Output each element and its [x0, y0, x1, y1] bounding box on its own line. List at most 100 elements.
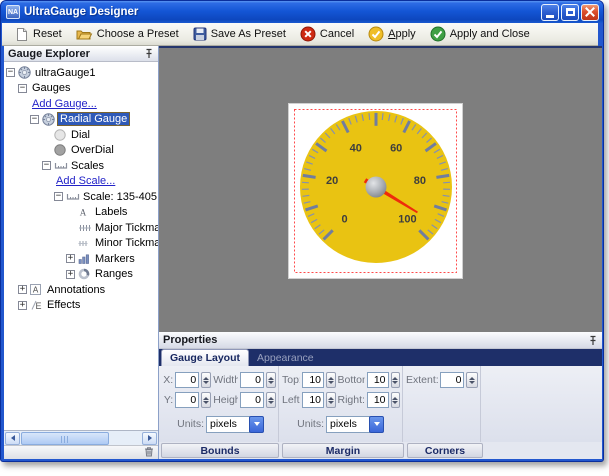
radial-gauge-svg: 020406080100 — [288, 103, 463, 279]
y-field[interactable] — [175, 392, 199, 408]
tree-item-ranges[interactable]: +Ranges — [4, 267, 158, 283]
apply-and-close-button[interactable]: Apply and Close — [424, 24, 536, 45]
left-field[interactable] — [302, 392, 324, 408]
close-button[interactable] — [581, 4, 599, 21]
y-label: Y: — [162, 394, 173, 406]
svg-text:20: 20 — [326, 175, 338, 187]
chevron-down-icon[interactable] — [249, 416, 264, 433]
tree-item-markers[interactable]: +Markers — [4, 251, 158, 267]
top-stepper[interactable] — [326, 372, 336, 388]
x-field[interactable] — [175, 372, 199, 388]
tree-item-overdial[interactable]: OverDial — [4, 143, 158, 159]
window-title: UltraGauge Designer — [24, 6, 539, 18]
close-icon — [585, 7, 595, 17]
expand-icon[interactable]: + — [66, 270, 75, 279]
tree-item-labels[interactable]: ALabels — [4, 205, 158, 221]
svg-text:A: A — [33, 286, 39, 295]
scroll-left-arrow[interactable] — [5, 432, 20, 445]
tree-item-label: Effects — [45, 299, 82, 311]
tree-item-minor-tickmar[interactable]: Minor Tickmar — [4, 236, 158, 252]
right-arrow-icon — [148, 435, 152, 441]
expand-icon[interactable]: + — [18, 285, 27, 294]
tab-appearance[interactable]: Appearance — [249, 350, 322, 366]
right-stepper[interactable] — [391, 392, 401, 408]
extent-field[interactable] — [440, 372, 464, 388]
properties-tabstrip: Gauge Layout Appearance — [159, 349, 602, 366]
maximize-icon — [566, 8, 575, 16]
toolbar: Reset Choose a Preset Save As Preset Can… — [2, 23, 598, 46]
expand-icon[interactable]: + — [66, 254, 75, 263]
collapse-icon[interactable]: − — [18, 84, 27, 93]
tree-item-scales[interactable]: − Scales — [4, 158, 158, 174]
tree-item-gauges[interactable]: −Gauges — [4, 81, 158, 97]
cancel-button[interactable]: Cancel — [294, 24, 360, 45]
expand-icon[interactable]: + — [18, 301, 27, 310]
svg-text:80: 80 — [414, 175, 426, 187]
width-field[interactable] — [240, 372, 264, 388]
main-content: Gauge Explorer −ultraGauge1−GaugesAdd Ga… — [4, 46, 602, 459]
bounds-group: X: Width: Y: Height: — [159, 366, 279, 442]
tree-item-label: Gauges — [30, 82, 73, 94]
tree-item-label: Annotations — [45, 284, 107, 296]
tree-item-ultragauge1[interactable]: −ultraGauge1 — [4, 65, 158, 81]
svg-text:60: 60 — [390, 142, 402, 154]
width-label: Width: — [213, 374, 238, 386]
tree-item-label[interactable]: Add Scale... — [54, 175, 117, 187]
collapse-icon[interactable]: − — [30, 115, 39, 124]
gauge-hub — [366, 177, 387, 198]
height-field[interactable] — [240, 392, 264, 408]
bottom-stepper[interactable] — [391, 372, 401, 388]
x-stepper[interactable] — [201, 372, 211, 388]
explorer-horizontal-scrollbar[interactable] — [4, 430, 158, 445]
tab-gauge-layout[interactable]: Gauge Layout — [161, 349, 249, 366]
design-surface[interactable]: 020406080100 — [159, 48, 602, 332]
collapse-icon[interactable]: − — [42, 161, 51, 170]
collapse-icon[interactable]: − — [6, 68, 15, 77]
designer-right-pane: 020406080100 Properties Gauge Layout App… — [159, 46, 602, 459]
minimize-button[interactable] — [541, 4, 559, 21]
tree-item-radial-gauge[interactable]: −Radial Gauge — [4, 112, 158, 128]
gauge-canvas[interactable]: 020406080100 — [288, 103, 463, 279]
chevron-down-icon[interactable] — [369, 416, 384, 433]
bottom-field[interactable] — [367, 372, 389, 388]
open-folder-icon — [76, 27, 93, 41]
tree-item-major-tickmar[interactable]: Major Tickmar — [4, 220, 158, 236]
reset-button[interactable]: Reset — [9, 24, 68, 45]
scrollbar-thumb[interactable] — [21, 432, 109, 445]
apply-icon — [368, 26, 384, 42]
svg-text:40: 40 — [350, 142, 362, 154]
tree-item-effects[interactable]: +EEffects — [4, 298, 158, 314]
tree-item-label: Minor Tickmar — [93, 237, 158, 249]
tree-item-annotations[interactable]: + A Annotations — [4, 282, 158, 298]
save-as-preset-button[interactable]: Save As Preset — [187, 24, 292, 45]
left-stepper[interactable] — [326, 392, 336, 408]
bounds-units-label: Units: — [162, 418, 204, 430]
new-page-icon — [15, 27, 29, 42]
margin-units-select[interactable]: pixels — [326, 416, 384, 433]
tree-item-add-gauge[interactable]: Add Gauge... — [4, 96, 158, 112]
properties-header: Properties — [159, 332, 602, 349]
dial-icon — [54, 129, 69, 141]
pin-icon[interactable] — [144, 48, 154, 60]
gauge-explorer-panel: Gauge Explorer −ultraGauge1−GaugesAdd Ga… — [4, 46, 159, 459]
width-stepper[interactable] — [266, 372, 276, 388]
x-label: X: — [162, 374, 173, 386]
right-field[interactable] — [367, 392, 389, 408]
tree-item-add-scale[interactable]: Add Scale... — [4, 174, 158, 190]
y-stepper[interactable] — [201, 392, 211, 408]
top-field[interactable] — [302, 372, 324, 388]
pin-icon[interactable] — [588, 334, 598, 346]
tree-item-scale-135-405-de[interactable]: −Scale: 135-405 de — [4, 189, 158, 205]
height-stepper[interactable] — [266, 392, 276, 408]
choose-preset-button[interactable]: Choose a Preset — [70, 24, 185, 45]
tree-item-dial[interactable]: Dial — [4, 127, 158, 143]
extent-stepper[interactable] — [466, 372, 478, 388]
tree-item-label: Scales — [69, 160, 106, 172]
maximize-button[interactable] — [561, 4, 579, 21]
apply-button[interactable]: Apply — [362, 24, 422, 45]
tree-item-label[interactable]: Add Gauge... — [30, 98, 99, 110]
bounds-units-select[interactable]: pixels — [206, 416, 264, 433]
title-bar[interactable]: NA UltraGauge Designer — [1, 1, 603, 23]
collapse-icon[interactable]: − — [54, 192, 63, 201]
delete-trash-button[interactable] — [144, 444, 154, 462]
